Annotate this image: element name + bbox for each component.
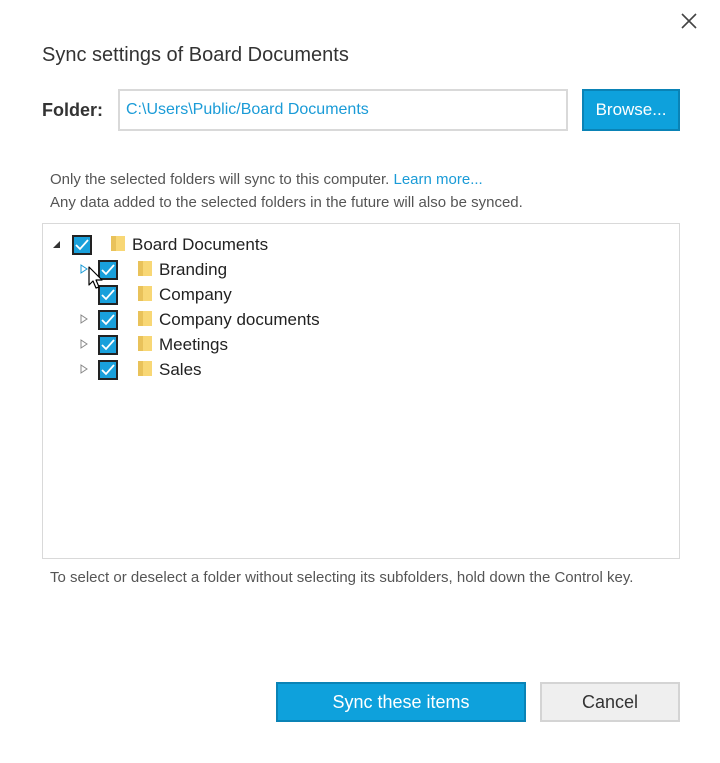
folder-icon: [138, 361, 152, 376]
tree-item-company-documents[interactable]: Company documents: [159, 310, 320, 330]
expand-arrow-icon[interactable]: [79, 263, 89, 275]
checkmark-icon: [101, 289, 115, 301]
checkbox-board-documents[interactable]: [72, 235, 92, 255]
folder-icon: [138, 311, 152, 326]
tree-item-branding[interactable]: Branding: [159, 260, 227, 280]
expand-arrow-icon[interactable]: [79, 313, 89, 325]
cancel-button[interactable]: Cancel: [540, 682, 680, 722]
tree-item-board-documents[interactable]: Board Documents: [132, 235, 268, 255]
tree-item-sales[interactable]: Sales: [159, 360, 202, 380]
control-key-hint: To select or deselect a folder without s…: [50, 569, 634, 586]
collapse-arrow-icon[interactable]: [51, 238, 61, 250]
dialog-title: Sync settings of Board Documents: [42, 44, 349, 66]
sync-items-button[interactable]: Sync these items: [276, 682, 526, 722]
checkbox-company[interactable]: [98, 285, 118, 305]
browse-button[interactable]: Browse...: [582, 89, 680, 131]
info-line-2: Any data added to the selected folders i…: [50, 194, 523, 211]
checkmark-icon: [101, 264, 115, 276]
expand-arrow-icon[interactable]: [79, 363, 89, 375]
tree-item-meetings[interactable]: Meetings: [159, 335, 228, 355]
close-icon: [681, 13, 697, 29]
close-button[interactable]: [674, 6, 704, 36]
learn-more-link[interactable]: Learn more...: [394, 171, 483, 188]
checkmark-icon: [75, 239, 89, 251]
folder-icon: [138, 286, 152, 301]
folder-icon: [138, 336, 152, 351]
folder-label: Folder:: [42, 100, 103, 120]
checkmark-icon: [101, 364, 115, 376]
folder-icon: [138, 261, 152, 276]
expand-arrow-icon[interactable]: [79, 338, 89, 350]
checkmark-icon: [101, 339, 115, 351]
folder-icon: [111, 236, 125, 251]
checkbox-sales[interactable]: [98, 360, 118, 380]
info-line-1: Only the selected folders will sync to t…: [50, 171, 390, 188]
checkbox-meetings[interactable]: [98, 335, 118, 355]
folder-tree: Board Documents Branding Company Company…: [42, 223, 680, 559]
checkbox-company-documents[interactable]: [98, 310, 118, 330]
sync-info: Only the selected folders will sync to t…: [50, 168, 523, 214]
folder-path-input[interactable]: [118, 89, 568, 131]
checkmark-icon: [101, 314, 115, 326]
checkbox-branding[interactable]: [98, 260, 118, 280]
tree-item-company[interactable]: Company: [159, 285, 232, 305]
